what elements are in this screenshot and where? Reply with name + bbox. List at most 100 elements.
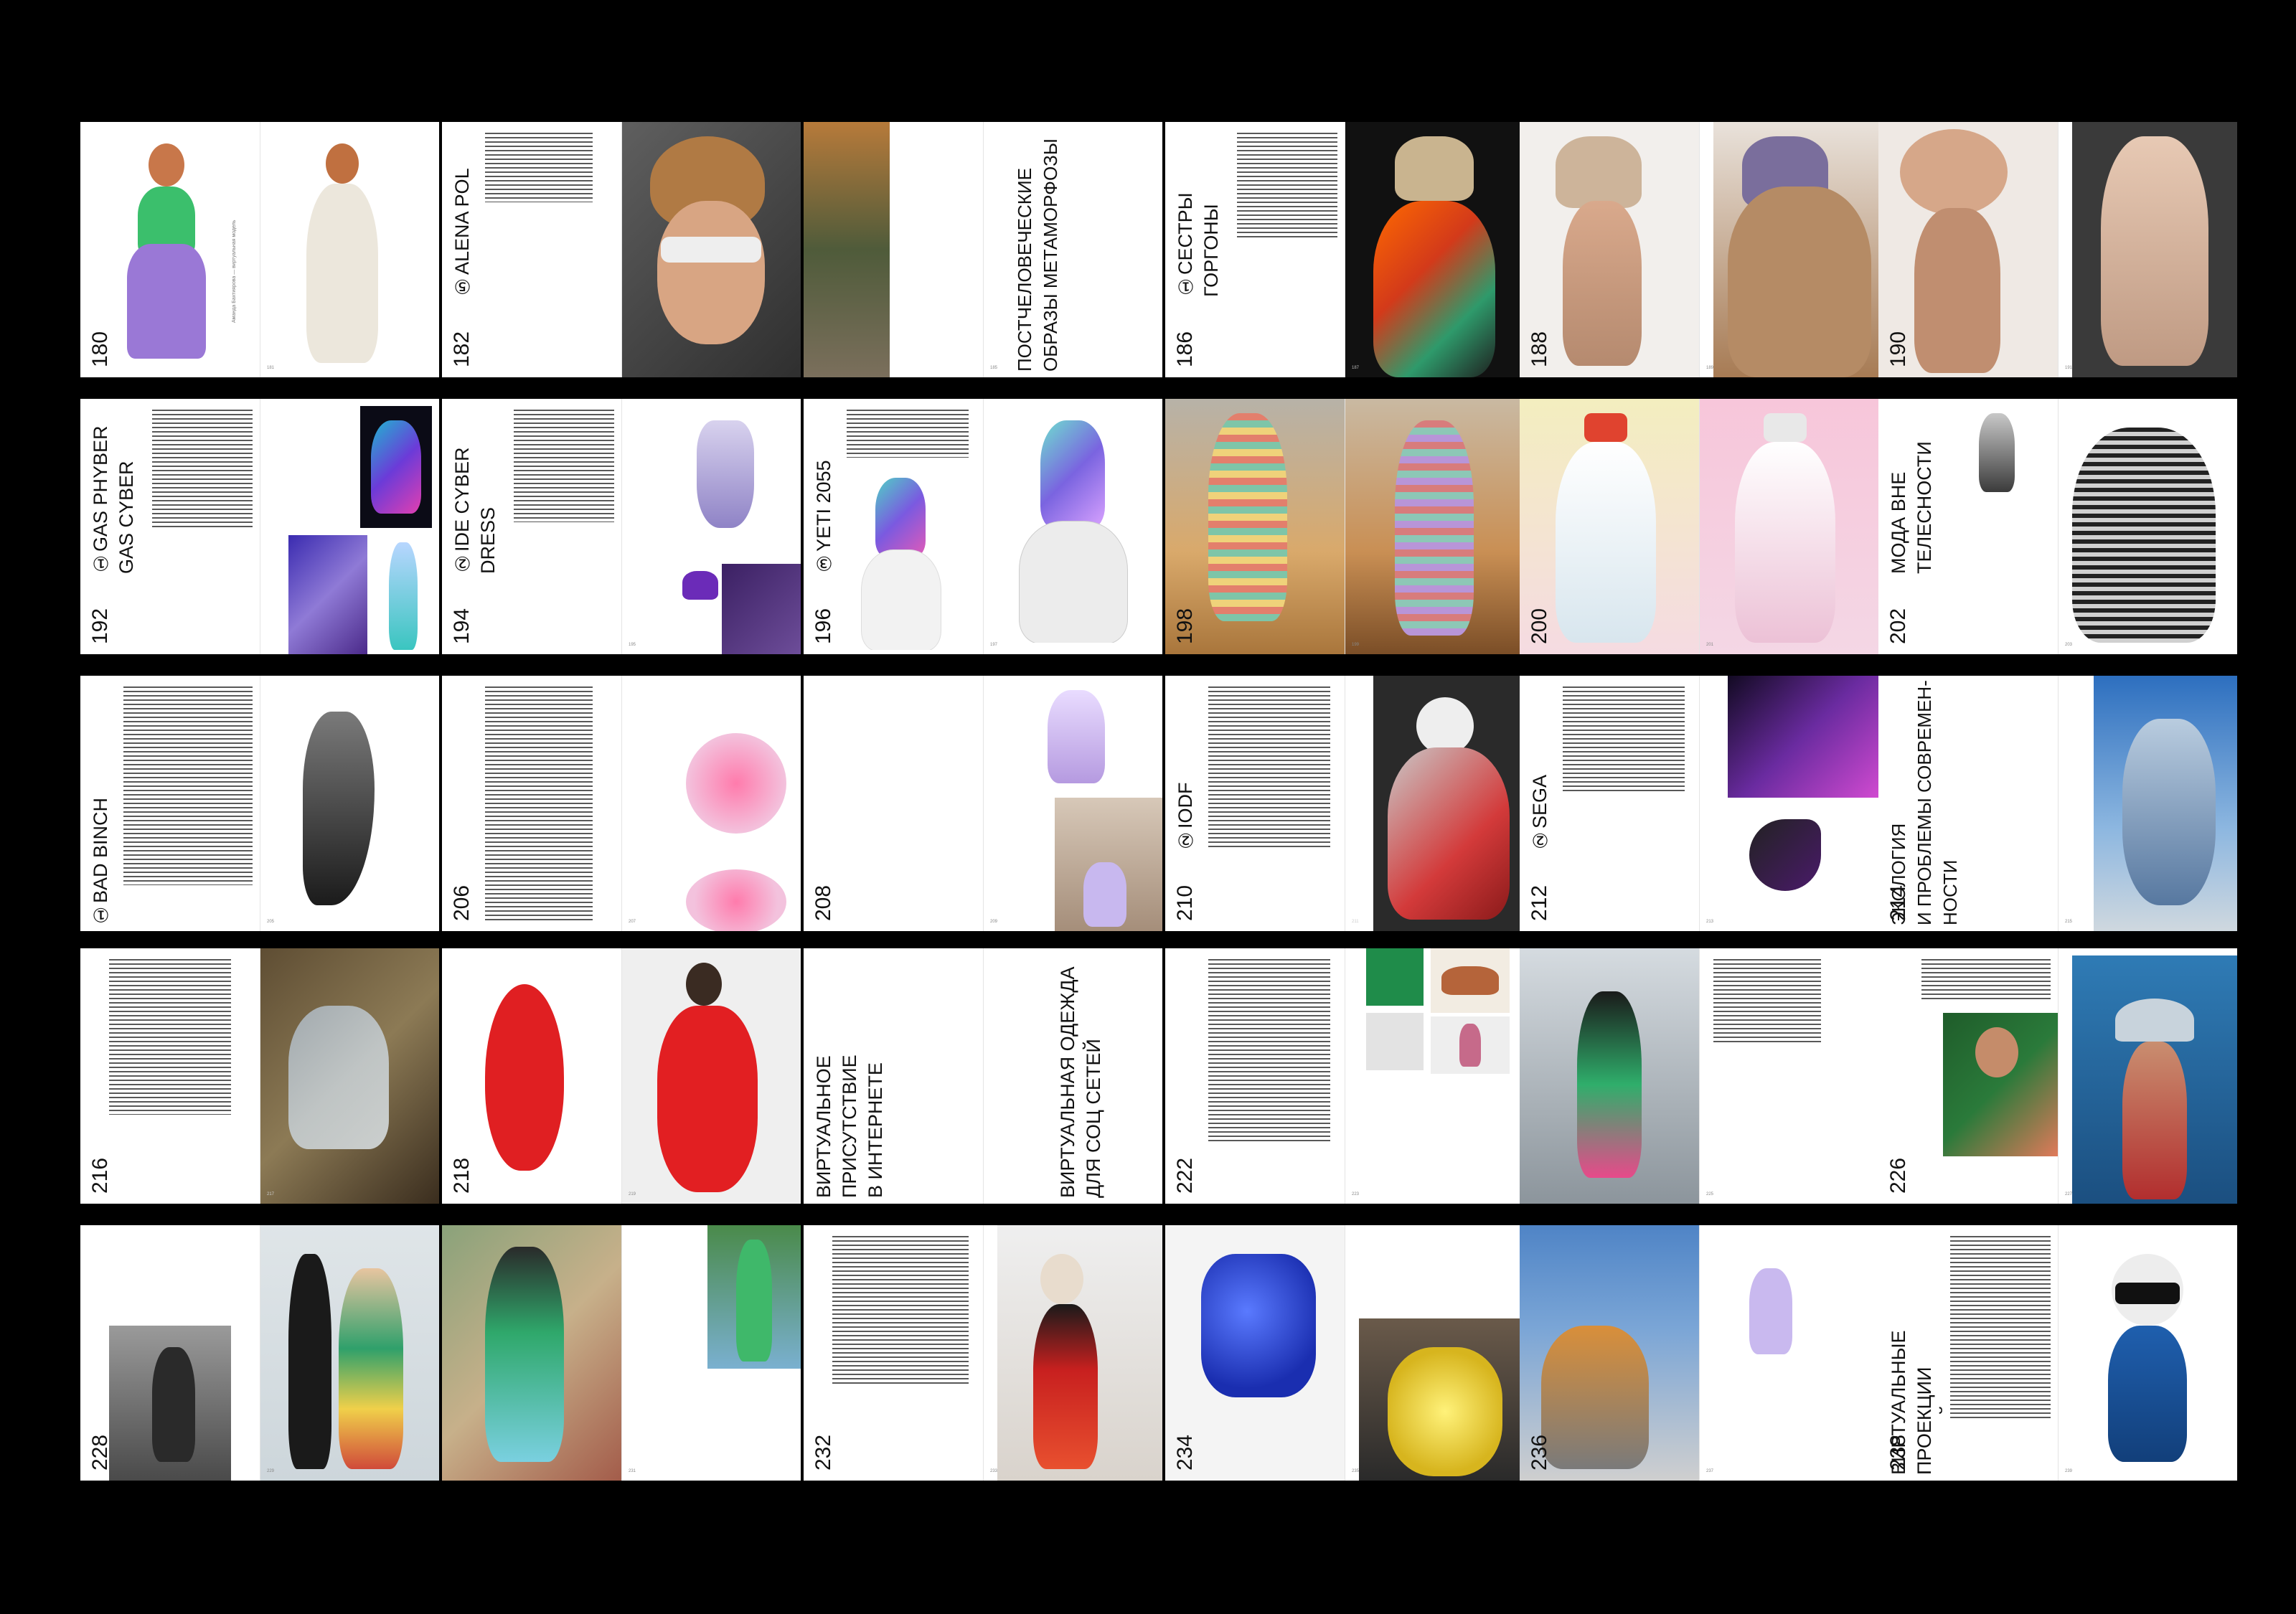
folio: 237 xyxy=(1706,1469,1714,1473)
spread-194[interactable]: ②IDE CYBER DRESS PHYSICAL JACKET 194 195 xyxy=(442,399,801,654)
page-number: 182 xyxy=(450,331,474,367)
body-text xyxy=(1950,1234,2051,1420)
page-left: 198 xyxy=(1165,399,1345,654)
section-title: ВИРТУАЛЬНОЕ ПРИСУТСТВИЕ В ИНТЕРНЕТЕ xyxy=(813,1054,886,1198)
page-right: 219 xyxy=(621,948,801,1204)
spread-182[interactable]: ⑤ALENA POL 182 xyxy=(442,122,801,377)
page-number: 210 xyxy=(1173,884,1197,921)
page-right xyxy=(260,399,439,654)
folio: 229 xyxy=(267,1469,275,1473)
body-text xyxy=(485,131,593,202)
spread-204[interactable]: ①BAD BINCH TONGNONG 205 xyxy=(80,676,439,931)
photo xyxy=(1520,948,1699,1204)
page-number: 186 xyxy=(1173,331,1197,367)
render-image xyxy=(1345,399,1524,654)
spread-198[interactable]: 198 199 xyxy=(1165,399,1524,654)
page-right: 235 xyxy=(1345,1225,1524,1481)
photo xyxy=(442,1225,621,1481)
spread-218[interactable]: 218 219 xyxy=(442,948,801,1204)
photo xyxy=(1359,1318,1524,1481)
spread-186[interactable]: ①СЕСТРЫ ГОРГОНЫ 186 187 xyxy=(1165,122,1524,377)
folio: 227 xyxy=(2065,1192,2073,1197)
page-left: 218 xyxy=(442,948,621,1204)
render-image xyxy=(367,535,439,654)
folio: 213 xyxy=(1706,920,1714,924)
spread-210[interactable]: ②IODF 210 211 xyxy=(1165,676,1524,931)
page-number: 222 xyxy=(1173,1157,1197,1194)
page-left xyxy=(804,122,983,377)
page-left: 232 xyxy=(804,1225,983,1481)
page-left: 234 xyxy=(1165,1225,1345,1481)
page-right: 187 xyxy=(1345,122,1524,377)
body-text xyxy=(109,957,231,1115)
spread-214[interactable]: ЭКОЛОГИЯ И ПРОБЛЕМЫ СОВРЕМЕН- НОСТИ 214 … xyxy=(1878,676,2237,931)
folio: 185 xyxy=(990,366,998,370)
page-number: 216 xyxy=(88,1157,112,1194)
spread-190[interactable]: 190 191 xyxy=(1878,122,2237,377)
page-left: ⑤ALENA POL 182 xyxy=(442,122,621,377)
photo xyxy=(2094,676,2237,931)
spread-200[interactable]: 200 201 xyxy=(1520,399,1878,654)
photo xyxy=(109,1326,231,1481)
page-left: 222 xyxy=(1165,948,1345,1204)
render-image xyxy=(621,948,801,1204)
spread-202[interactable]: МОДА ВНЕ ТЕЛЕСНОСТИ 202 203 xyxy=(1878,399,2237,654)
spread-228[interactable]: 228 229 xyxy=(80,1225,439,1481)
folio: 223 xyxy=(1352,1192,1360,1197)
spread-188[interactable]: 188 189 xyxy=(1520,122,1878,377)
page-right: 207 xyxy=(621,676,801,931)
page-caption xyxy=(265,406,273,600)
render-image xyxy=(1735,805,1835,912)
section-title: ①GAS PHYBER GAS CYBER xyxy=(90,425,137,574)
page-right: 231 xyxy=(621,1225,801,1481)
spread-226[interactable]: 226 227 xyxy=(1878,948,2237,1204)
spread-216[interactable]: 216 217 xyxy=(80,948,439,1204)
page-right: 199 xyxy=(1345,399,1524,654)
product-image xyxy=(1366,1013,1424,1070)
page-number: 196 xyxy=(811,608,835,644)
render-image xyxy=(281,704,396,920)
page-left: 226 xyxy=(1878,948,2058,1204)
spread-238[interactable]: ВИРТУАЛЬНЫЕ ПРОЕКЦИИ ЛЮДЕЙ 238 239 xyxy=(1878,1225,2237,1481)
page-number: 228 xyxy=(88,1434,112,1471)
page-number: 214 xyxy=(1886,884,1910,921)
section-title: ⑤ALENA POL xyxy=(451,168,473,297)
spread-230[interactable]: 231 xyxy=(442,1225,801,1481)
page-right: 197 xyxy=(983,399,1162,654)
spread-220[interactable]: ВИРТУАЛЬНОЕ ПРИСУТСТВИЕ В ИНТЕРНЕТЕ ВИРТ… xyxy=(804,948,1162,1204)
page-left: 206 xyxy=(442,676,621,931)
page-right: 191 xyxy=(2058,122,2237,377)
spread-224[interactable]: 225 xyxy=(1520,948,1878,1204)
spread-234[interactable]: 234 235 xyxy=(1165,1225,1524,1481)
spread-206[interactable]: 206 207 xyxy=(442,676,801,931)
page-number: 226 xyxy=(1886,1157,1910,1194)
page-number: 200 xyxy=(1528,608,1551,644)
spread-184[interactable]: ПОСТЧЕЛОВЕЧЕСКИЕ ОБРАЗЫ МЕТАМОРФОЗЫ 185 xyxy=(804,122,1162,377)
page-right: ВИРТУАЛЬНАЯ ОДЕЖДА ДЛЯ СОЦ СЕТЕЙ xyxy=(983,948,1162,1204)
section-title: МОДА ВНЕ ТЕЛЕСНОСТИ xyxy=(1888,441,1935,574)
spread-212[interactable]: ②SEGA 212 213 xyxy=(1520,676,1878,931)
folio: 233 xyxy=(990,1469,998,1473)
photo xyxy=(1373,676,1524,931)
photo xyxy=(804,122,890,377)
spread-236[interactable]: 236 237 xyxy=(1520,1225,1878,1481)
body-text xyxy=(485,684,593,921)
spread-196[interactable]: ③YETI 2055 196 197 xyxy=(804,399,1162,654)
render-image xyxy=(288,535,367,654)
spread-222[interactable]: 222 223 xyxy=(1165,948,1524,1204)
page-right: 195 xyxy=(621,399,801,654)
render-image xyxy=(1026,683,1126,791)
spread-192[interactable]: ①GAS PHYBER GAS CYBER 192 xyxy=(80,399,439,654)
spread-208[interactable]: 208 209 xyxy=(804,676,1162,931)
spread-grid: 180 Аманда Бахтиярова — виртуальная моде… xyxy=(0,0,2296,1614)
render-image xyxy=(657,676,801,931)
page-right xyxy=(621,122,801,377)
spread-232[interactable]: 232 233 xyxy=(804,1225,1162,1481)
render-image xyxy=(2058,399,2237,654)
section-title: ②IODF xyxy=(1175,782,1196,851)
body-text xyxy=(1208,684,1330,849)
folio: 217 xyxy=(267,1192,275,1197)
spread-180[interactable]: 180 Аманда Бахтиярова — виртуальная моде… xyxy=(80,122,439,377)
page-left: 188 xyxy=(1520,122,1699,377)
page-number: 190 xyxy=(1886,331,1910,367)
